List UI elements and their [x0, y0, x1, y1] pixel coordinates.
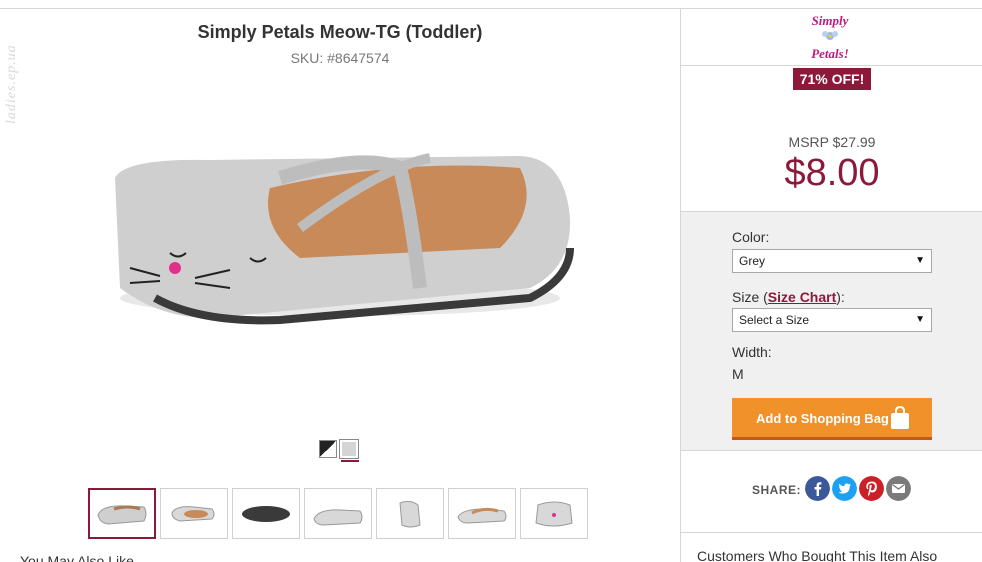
- msrp-price: MSRP $27.99: [788, 134, 876, 150]
- color-select[interactable]: Grey ▼: [732, 249, 932, 273]
- brand-logo[interactable]: Simply Petals!: [807, 10, 853, 64]
- shoe-thumbnail-icon: [242, 505, 290, 522]
- size-select-value: Select a Size: [739, 313, 810, 327]
- selected-swatch-indicator: [341, 460, 359, 462]
- facebook-icon[interactable]: [805, 476, 830, 501]
- add-to-bag-label: Add to Shopping Bag: [756, 411, 889, 426]
- color-label: Color:: [732, 229, 770, 245]
- shoe-thumbnail-icon: [399, 500, 421, 527]
- size-label-prefix: Size (: [732, 289, 768, 305]
- swatch-grey[interactable]: [339, 439, 359, 459]
- thumbnail-shoe-top-view[interactable]: [88, 488, 156, 539]
- thumbnail-shoe-inner-side-view[interactable]: [448, 488, 516, 539]
- add-to-bag-button[interactable]: Add to Shopping Bag: [732, 398, 932, 440]
- thumbnail-shoe-back-view[interactable]: [376, 488, 444, 539]
- thumbnail-shoe-side-view[interactable]: [304, 488, 372, 539]
- product-sku: SKU: #8647574: [290, 50, 390, 66]
- thumbnail-strip: [88, 488, 588, 539]
- width-value: M: [732, 366, 744, 382]
- svg-text:Simply: Simply: [812, 13, 849, 28]
- brand-box: Simply Petals!: [681, 8, 982, 66]
- shoe-thumbnail-icon: [97, 504, 147, 525]
- pinterest-icon[interactable]: [859, 476, 884, 501]
- dropdown-arrow-icon: ▼: [915, 314, 925, 325]
- shoe-thumbnail-icon: [171, 505, 215, 522]
- share-label: SHARE:: [752, 483, 802, 497]
- shoe-thumbnail-icon: [535, 501, 573, 526]
- swatch-black-white[interactable]: [319, 440, 337, 458]
- thumbnail-shoe-sole-view[interactable]: [232, 488, 300, 539]
- color-select-value: Grey: [739, 254, 766, 268]
- twitter-icon[interactable]: [832, 476, 857, 501]
- size-label-suffix: ):: [836, 289, 845, 305]
- product-title: Simply Petals Meow-TG (Toddler): [197, 22, 483, 42]
- purchase-sidebar: Simply Petals! 71% OFF! MSRP $27.99 $8.0…: [680, 8, 982, 562]
- size-chart-link[interactable]: Size Chart: [768, 289, 836, 305]
- sale-price: $8.00: [784, 152, 880, 194]
- width-label: Width:: [732, 344, 772, 360]
- shopping-bag-icon: [891, 406, 909, 429]
- also-like-heading: You May Also Like: [20, 553, 134, 562]
- svg-text:Petals!: Petals!: [811, 46, 849, 61]
- email-icon[interactable]: [886, 476, 911, 501]
- shoe-thumbnail-icon: [313, 508, 363, 526]
- thumbnail-shoe-front-view[interactable]: [520, 488, 588, 539]
- color-swatches: [319, 439, 359, 462]
- thumbnail-shoe-pair-top-view[interactable]: [160, 488, 228, 539]
- discount-badge: 71% OFF!: [793, 68, 871, 90]
- size-select[interactable]: Select a Size ▼: [732, 308, 932, 332]
- share-section: SHARE:: [681, 451, 982, 533]
- customers-also-bought-heading: Customers Who Bought This Item Also: [697, 548, 938, 562]
- shoe-thumbnail-icon: [457, 507, 507, 524]
- product-options-panel: Color: Grey ▼ Size (Size Chart): Select …: [681, 211, 982, 451]
- size-label: Size (Size Chart):: [732, 289, 845, 305]
- main-product-image[interactable]: [100, 148, 580, 348]
- dropdown-arrow-icon: ▼: [915, 255, 925, 266]
